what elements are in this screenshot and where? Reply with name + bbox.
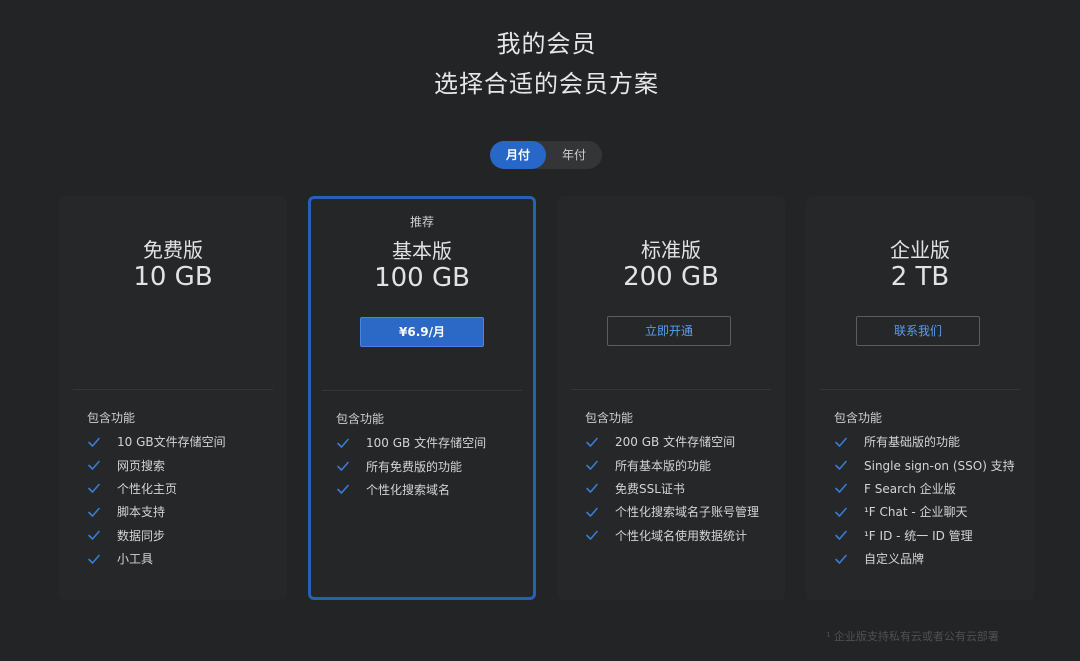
plan-card-basic: 推荐 基本版 100 GB ¥6.9/月 包含功能 100 GB 文件存储空间 … [308, 196, 536, 600]
feature-item: 数据同步 [87, 524, 226, 547]
feature-label: F Search 企业版 [864, 481, 956, 496]
feature-label: 个性化搜索域名 [366, 482, 451, 497]
check-icon [87, 552, 101, 566]
feature-item: 100 GB 文件存储空间 [336, 431, 486, 454]
check-icon [87, 458, 101, 472]
check-icon [336, 436, 350, 450]
billing-toggle: 月付 年付 [490, 141, 602, 169]
feature-item: 所有基础版的功能 [834, 430, 1015, 453]
check-icon [834, 552, 848, 566]
check-icon [336, 482, 350, 496]
feature-label: 自定义品牌 [864, 552, 925, 567]
feature-item: ¹F ID - 统一 ID 管理 [834, 524, 1015, 547]
check-icon [834, 435, 848, 449]
feature-label: 脚本支持 [117, 505, 166, 520]
billing-yearly-option[interactable]: 年付 [546, 141, 602, 169]
feature-item: 所有基本版的功能 [585, 453, 759, 476]
check-icon [87, 528, 101, 542]
feature-item: 自定义品牌 [834, 547, 1015, 570]
features-title: 包含功能 [87, 411, 136, 425]
feature-label: Single sign-on (SSO) 支持 [864, 458, 1015, 473]
feature-label: 小工具 [117, 552, 154, 567]
check-icon [336, 459, 350, 473]
card-divider [571, 389, 771, 390]
feature-label: 所有基本版的功能 [615, 458, 712, 473]
activate-now-button[interactable]: 立即开通 [607, 316, 731, 346]
plan-card-enterprise: 企业版 2 TB 联系我们 包含功能 所有基础版的功能 Single sign-… [806, 196, 1034, 600]
plan-name: 免费版 [143, 238, 203, 262]
plan-card-standard: 标准版 200 GB 立即开通 包含功能 200 GB 文件存储空间 所有基本版… [557, 196, 785, 600]
plan-storage: 100 GB [374, 263, 470, 293]
check-icon [834, 458, 848, 472]
feature-label: 100 GB 文件存储空间 [366, 436, 487, 451]
feature-label: 数据同步 [117, 528, 166, 543]
feature-item: 个性化搜索域名子账号管理 [585, 500, 759, 523]
feature-item: 网页搜索 [87, 453, 226, 476]
feature-list: 100 GB 文件存储空间 所有免费版的功能 个性化搜索域名 [336, 431, 486, 501]
feature-label: 个性化搜索域名子账号管理 [615, 505, 760, 520]
feature-item: 免费SSL证书 [585, 477, 759, 500]
features-title: 包含功能 [336, 412, 385, 426]
feature-label: 免费SSL证书 [615, 481, 685, 496]
card-divider [820, 389, 1020, 390]
plan-storage: 200 GB [623, 262, 719, 292]
check-icon [834, 528, 848, 542]
feature-label: 10 GB文件存储空间 [117, 435, 226, 450]
feature-label: 所有基础版的功能 [864, 435, 961, 450]
features-title: 包含功能 [585, 411, 634, 425]
plan-name: 企业版 [890, 238, 950, 262]
feature-label: ¹F ID - 统一 ID 管理 [864, 528, 973, 543]
feature-item: F Search 企业版 [834, 477, 1015, 500]
feature-label: 个性化主页 [117, 481, 178, 496]
feature-label: 网页搜索 [117, 458, 166, 473]
check-icon [87, 481, 101, 495]
feature-label: 个性化域名使用数据统计 [615, 528, 748, 543]
check-icon [87, 435, 101, 449]
check-icon [585, 481, 599, 495]
feature-item: 个性化搜索域名 [336, 478, 486, 501]
feature-list: 10 GB文件存储空间 网页搜索 个性化主页 脚本支持 数据同步 小工具 [87, 430, 226, 570]
page-title: 我的会员 [496, 30, 597, 58]
membership-page: 我的会员 选择合适的会员方案 月付 年付 免费版 10 GB 包含功能 10 G… [0, 0, 1080, 661]
check-icon [585, 528, 599, 542]
feature-item: 个性化域名使用数据统计 [585, 524, 759, 547]
check-icon [585, 505, 599, 519]
plan-name: 基本版 [392, 239, 452, 263]
plan-card-free: 免费版 10 GB 包含功能 10 GB文件存储空间 网页搜索 个性化主页 脚本… [59, 196, 287, 600]
check-icon [585, 435, 599, 449]
feature-label: 所有免费版的功能 [366, 459, 463, 474]
feature-label: ¹F Chat - 企业聊天 [864, 505, 968, 520]
contact-us-button[interactable]: 联系我们 [856, 316, 980, 346]
features-title: 包含功能 [834, 411, 883, 425]
card-divider [322, 390, 522, 391]
feature-list: 所有基础版的功能 Single sign-on (SSO) 支持 F Searc… [834, 430, 1015, 570]
feature-item: 所有免费版的功能 [336, 454, 486, 477]
check-icon [834, 505, 848, 519]
feature-item: 脚本支持 [87, 500, 226, 523]
feature-list: 200 GB 文件存储空间 所有基本版的功能 免费SSL证书 个性化搜索域名子账… [585, 430, 759, 547]
billing-monthly-option[interactable]: 月付 [490, 141, 546, 169]
feature-item: 个性化主页 [87, 477, 226, 500]
check-icon [585, 458, 599, 472]
deployment-footnote: ¹ 企业版支持私有云或者公有云部署 [826, 630, 999, 643]
plan-name: 标准版 [641, 238, 701, 262]
feature-item: 10 GB文件存储空间 [87, 430, 226, 453]
feature-item: Single sign-on (SSO) 支持 [834, 453, 1015, 476]
card-divider [73, 389, 273, 390]
feature-label: 200 GB 文件存储空间 [615, 435, 736, 450]
check-icon [834, 481, 848, 495]
plan-storage: 10 GB [133, 262, 213, 292]
feature-item: 小工具 [87, 547, 226, 570]
subscribe-basic-button[interactable]: ¥6.9/月 [360, 317, 484, 347]
plan-storage: 2 TB [890, 262, 950, 292]
check-icon [87, 505, 101, 519]
feature-item: 200 GB 文件存储空间 [585, 430, 759, 453]
recommended-badge: 推荐 [409, 215, 434, 229]
page-subtitle: 选择合适的会员方案 [434, 70, 659, 98]
feature-item: ¹F Chat - 企业聊天 [834, 500, 1015, 523]
